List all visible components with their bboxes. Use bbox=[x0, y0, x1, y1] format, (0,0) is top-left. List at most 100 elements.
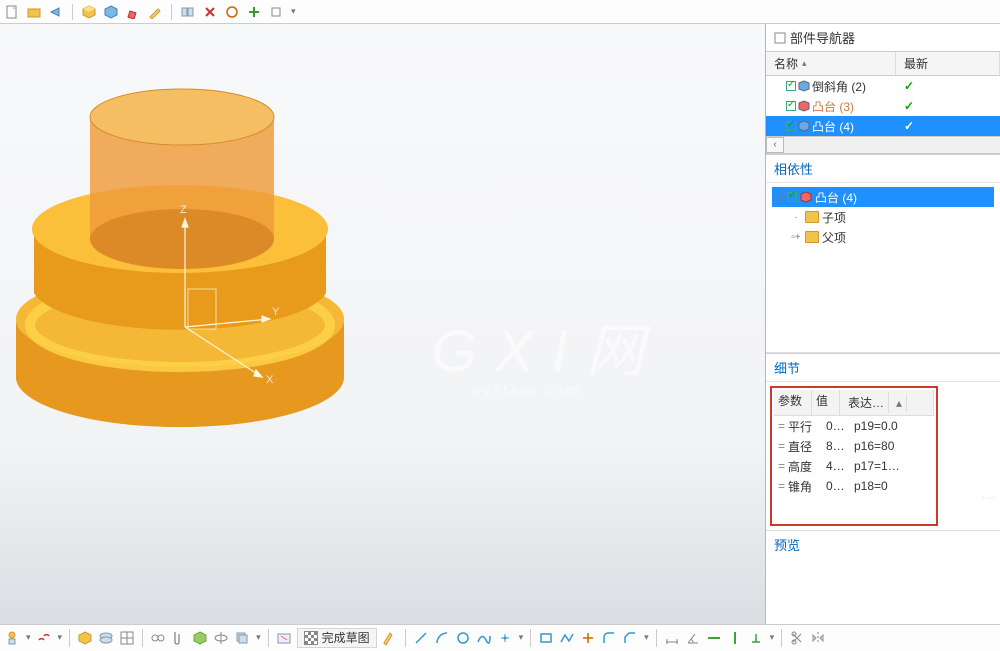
param-cell: 高度 bbox=[784, 458, 822, 475]
param-cell: 平行 bbox=[784, 418, 822, 435]
checkbox-icon[interactable] bbox=[787, 192, 797, 202]
param-cell: 锥角 bbox=[784, 478, 822, 495]
nav-icon[interactable] bbox=[48, 4, 64, 20]
row-label: 倒斜角 (2) bbox=[812, 78, 866, 95]
extrude-icon[interactable] bbox=[192, 630, 208, 646]
cube-yellow-icon[interactable] bbox=[81, 4, 97, 20]
dropdown-icon[interactable]: ▾ bbox=[291, 6, 296, 17]
plus-icon[interactable] bbox=[246, 4, 262, 20]
details-row[interactable]: =锥角0…p18=0 bbox=[774, 476, 934, 496]
line-icon[interactable] bbox=[413, 630, 429, 646]
revolve-icon[interactable] bbox=[213, 630, 229, 646]
mirror-icon[interactable] bbox=[810, 630, 826, 646]
dim-angle-icon[interactable] bbox=[685, 630, 701, 646]
h-scrollbar[interactable]: ‹ bbox=[766, 136, 1000, 154]
value-cell: 0… bbox=[822, 479, 850, 493]
collapse-icon[interactable]: ▢− bbox=[772, 192, 784, 203]
checkered-flag-icon bbox=[304, 631, 318, 645]
details-title: 细节 bbox=[766, 353, 1000, 382]
plus2-icon[interactable] bbox=[580, 630, 596, 646]
checkbox-icon[interactable] bbox=[786, 81, 796, 91]
details-row[interactable]: =直径8…p16=80 bbox=[774, 436, 934, 456]
scroll-left-icon[interactable]: ‹ bbox=[766, 137, 784, 153]
row-label: 凸台 (4) bbox=[812, 118, 854, 135]
constraint-v-icon[interactable] bbox=[727, 630, 743, 646]
chamfer-icon[interactable] bbox=[622, 630, 638, 646]
svg-text:Z: Z bbox=[180, 204, 187, 216]
navigator-row[interactable]: 凸台 (4) ✓ bbox=[766, 116, 1000, 136]
link-icon[interactable] bbox=[36, 630, 52, 646]
part-navigator-title: 部件导航器 bbox=[766, 24, 1000, 51]
constraint-h-icon[interactable] bbox=[706, 630, 722, 646]
expr-cell: p16=80 bbox=[850, 439, 934, 453]
arc-icon[interactable] bbox=[434, 630, 450, 646]
navigator-row[interactable]: 倒斜角 (2)✓ bbox=[766, 76, 1000, 96]
dep-root[interactable]: ▢− 凸台 (4) bbox=[772, 187, 994, 207]
3d-model[interactable]: Z Y X bbox=[10, 79, 370, 499]
circle2-icon[interactable] bbox=[455, 630, 471, 646]
param-cell: 直径 bbox=[784, 438, 822, 455]
feature-icon bbox=[798, 100, 810, 112]
dep-child[interactable]: · 子项 bbox=[790, 207, 994, 227]
equals-icon: = bbox=[774, 479, 784, 493]
value-cell: 4… bbox=[822, 459, 850, 473]
pencil-icon[interactable] bbox=[147, 4, 163, 20]
details-panel: 参数 值 表达…▴ =平行0…p19=0.0=直径8…p16=80=高度4…p1… bbox=[766, 382, 1000, 530]
feature-icon bbox=[800, 191, 812, 203]
row-label: 凸台 (3) bbox=[812, 98, 854, 115]
watermark: G X I 网 system.com bbox=[432, 304, 645, 399]
fillet-icon[interactable] bbox=[601, 630, 617, 646]
col-param[interactable]: 参数 bbox=[774, 390, 812, 415]
cube-blue-icon[interactable] bbox=[103, 4, 119, 20]
navigator-row[interactable]: 凸台 (3)✓ bbox=[766, 96, 1000, 116]
layer-icon[interactable] bbox=[98, 630, 114, 646]
checkbox-icon[interactable] bbox=[786, 121, 796, 131]
perp-icon[interactable] bbox=[748, 630, 764, 646]
sketch-env-icon[interactable] bbox=[382, 630, 398, 646]
sketch-plane-icon[interactable] bbox=[276, 630, 292, 646]
expr-cell: p19=0.0 bbox=[850, 419, 934, 433]
3d-viewport[interactable]: G X I 网 system.com bbox=[0, 24, 765, 624]
col-value[interactable]: 值 bbox=[812, 390, 840, 415]
new-icon[interactable] bbox=[4, 4, 20, 20]
open-icon[interactable] bbox=[26, 4, 42, 20]
cube-icon[interactable] bbox=[77, 630, 93, 646]
col-name[interactable]: 名称▴ bbox=[766, 52, 896, 75]
clip-icon[interactable] bbox=[171, 630, 187, 646]
col-latest[interactable]: 最新 bbox=[896, 52, 1000, 75]
navigator-header: 名称▴ 最新 bbox=[766, 51, 1000, 76]
edit-icon[interactable] bbox=[125, 4, 141, 20]
chain-icon[interactable] bbox=[150, 630, 166, 646]
sheets-icon[interactable] bbox=[180, 4, 196, 20]
dim-linear-icon[interactable] bbox=[664, 630, 680, 646]
polyline-icon[interactable] bbox=[559, 630, 575, 646]
cancel-icon[interactable] bbox=[202, 4, 218, 20]
finish-sketch-button[interactable]: 完成草图 bbox=[297, 628, 377, 648]
spline-icon[interactable] bbox=[476, 630, 492, 646]
check-icon: ✓ bbox=[904, 119, 914, 133]
checkbox-icon[interactable] bbox=[786, 101, 796, 111]
feature-icon bbox=[798, 120, 810, 132]
folder-icon bbox=[805, 231, 819, 243]
value-cell: 8… bbox=[822, 439, 850, 453]
details-row[interactable]: =高度4…p17=1… bbox=[774, 456, 934, 476]
col-expr[interactable]: 表达…▴ bbox=[840, 390, 934, 415]
folder-icon bbox=[805, 211, 819, 223]
preview-title: 预览 bbox=[766, 530, 1000, 558]
navigator-rows: 倒斜角 (2)✓凸台 (3)✓ 凸台 (4) ✓ bbox=[766, 76, 1000, 136]
dep-parent[interactable]: ▫+ 父项 bbox=[790, 227, 994, 247]
point-icon[interactable] bbox=[497, 630, 513, 646]
dependency-tree: ▢− 凸台 (4) · 子项 ▫+ 父项 bbox=[766, 183, 1000, 353]
square-icon[interactable] bbox=[268, 4, 284, 20]
expand-icon[interactable]: ▫+ bbox=[790, 232, 802, 243]
stack-icon[interactable] bbox=[234, 630, 250, 646]
equals-icon: = bbox=[774, 419, 784, 433]
wireframe-icon[interactable] bbox=[119, 630, 135, 646]
trim-icon[interactable] bbox=[789, 630, 805, 646]
rect-icon[interactable] bbox=[538, 630, 554, 646]
details-row[interactable]: =平行0…p19=0.0 bbox=[774, 416, 934, 436]
sketch-icon[interactable] bbox=[4, 630, 20, 646]
svg-text:Y: Y bbox=[272, 306, 280, 318]
circle-icon[interactable] bbox=[224, 4, 240, 20]
feature-icon bbox=[798, 80, 810, 92]
